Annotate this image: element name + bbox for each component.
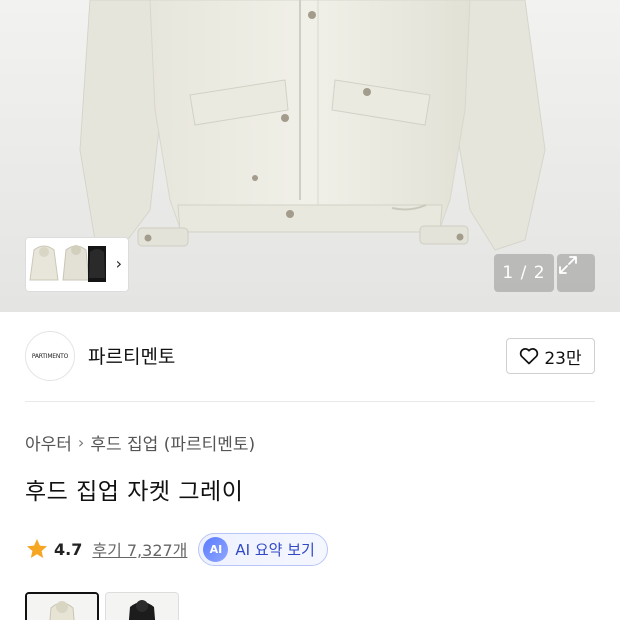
- color-option-ivory[interactable]: [25, 592, 99, 620]
- ai-badge-icon: AI: [203, 536, 229, 562]
- thumbnail-strip[interactable]: ›: [25, 237, 129, 292]
- expand-icon[interactable]: [557, 254, 595, 292]
- product-title: 후드 집업 자켓 그레이: [25, 479, 244, 505]
- brand-logo-text: PARTIMENTO: [31, 352, 69, 360]
- divider: [25, 401, 595, 402]
- brand-row: PARTIMENTO 파르티멘토 23만: [25, 331, 595, 381]
- star-icon: [27, 539, 47, 558]
- review-count-link[interactable]: 후기 7,327개: [92, 537, 187, 561]
- heart-icon: [520, 348, 539, 365]
- rating-row: 4.7 후기 7,327개 AI AI 요약 보기: [25, 532, 328, 566]
- ai-summary-label: AI 요약 보기: [235, 540, 315, 559]
- color-option-black[interactable]: [105, 592, 179, 620]
- swatch-image-ivory: [27, 594, 97, 620]
- like-count: 23만: [544, 348, 582, 369]
- thumbnail-images: [26, 238, 106, 291]
- image-counter: 1 / 2: [494, 254, 554, 292]
- like-button[interactable]: 23만: [506, 338, 595, 374]
- breadcrumb: 아우터 › 후드 집업 (파르티멘토): [25, 430, 255, 455]
- chevron-right-icon[interactable]: ›: [116, 255, 122, 273]
- chevron-right-icon: ›: [77, 433, 85, 452]
- product-image[interactable]: › 1 / 2: [0, 0, 620, 312]
- rating-score: 4.7: [54, 539, 83, 559]
- brand-logo[interactable]: PARTIMENTO: [25, 331, 75, 381]
- ai-summary-button[interactable]: AI AI 요약 보기: [198, 532, 328, 566]
- brand-name[interactable]: 파르티멘토: [88, 342, 175, 369]
- breadcrumb-subcategory[interactable]: 후드 집업 (파르티멘토): [90, 430, 255, 455]
- breadcrumb-category[interactable]: 아우터: [25, 430, 72, 455]
- swatch-image-black: [106, 593, 178, 620]
